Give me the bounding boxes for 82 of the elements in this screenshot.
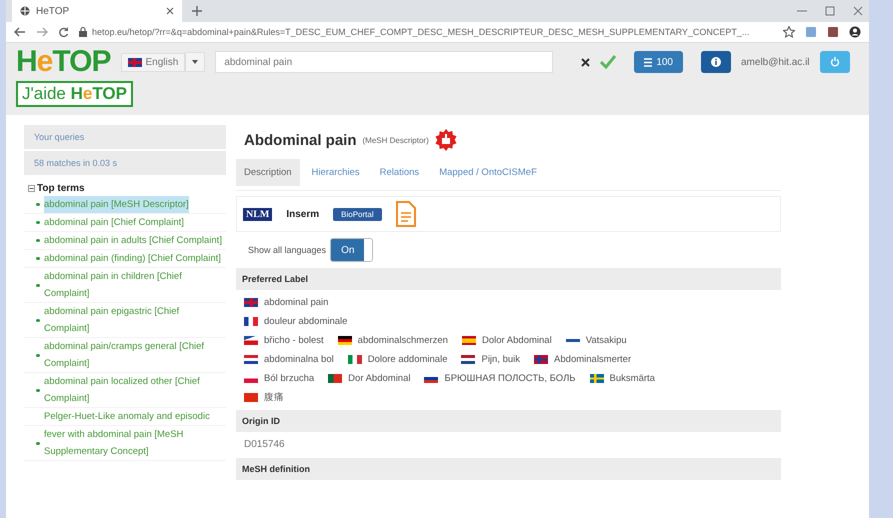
power-icon: [830, 57, 840, 67]
list-icon: [644, 58, 652, 66]
queries-link[interactable]: Your queries: [24, 125, 226, 151]
label-text: 腹痛: [264, 391, 284, 404]
user-button[interactable]: [701, 51, 731, 73]
badge-icon: [434, 129, 457, 151]
label-text: abdominalschmerzen: [358, 335, 448, 346]
tree-item[interactable]: abdominal pain in adults [Chief Complaint]: [44, 232, 222, 249]
flag-icon: [244, 317, 258, 326]
tree-item[interactable]: abdominal pain [MeSH Descriptor]: [44, 196, 189, 213]
search-field[interactable]: abdominal pain: [215, 51, 554, 73]
label-text: Dolore addominale: [368, 354, 448, 365]
flag-icon: [348, 355, 362, 364]
flag-icon: [590, 374, 604, 383]
close-icon[interactable]: [166, 7, 174, 15]
tree-label[interactable]: Top terms: [37, 183, 85, 194]
section-header: Preferred Label: [236, 268, 781, 290]
tree-item[interactable]: abdominal pain (finding) [Chief Complaint]: [44, 250, 221, 267]
tree-item[interactable]: abdominal pain [Chief Complaint]: [44, 214, 184, 231]
tab[interactable]: Hierarchies: [304, 159, 368, 186]
tree-item[interactable]: fever with abdominal pain [MeSH Supplementary Concept]: [44, 426, 226, 460]
collapse-icon[interactable]: [28, 185, 35, 192]
plus-icon[interactable]: [192, 6, 202, 16]
label-text: Vatsakipu: [586, 335, 627, 346]
check-icon[interactable]: [600, 55, 616, 69]
label-text: douleur abdominale: [264, 316, 348, 327]
label-text: Buksmärta: [610, 373, 655, 384]
flag-icon: [244, 393, 258, 402]
extension-icon[interactable]: [827, 26, 839, 38]
tree-item[interactable]: Pelger-Huet-Like anomaly and episodic: [44, 408, 210, 425]
page-subtitle: (MeSH Descriptor): [362, 136, 429, 144]
toggle-label: Show all languages: [248, 245, 326, 255]
label-text: abdominal pain: [264, 297, 328, 308]
maximize-icon[interactable]: [825, 6, 835, 16]
label-text: Abdominalsmerter: [554, 354, 632, 365]
flag-icon: [338, 336, 352, 345]
flag-icon: [424, 374, 438, 383]
address-field[interactable]: hetop.eu/hetop/?rr=&q=abdominal+pain&Rules=T_DESC_EUM_CHEF_COMPT_DESC_MESH_DESCRIPTEUR_DESC_MESH_SUPPLEMENTARY_CONCEPT_...: [79, 27, 773, 37]
matches-link[interactable]: 58 matches in 0.03 s: [24, 151, 226, 177]
reload-icon[interactable]: [58, 26, 69, 38]
source-logo[interactable]: NLM: [243, 208, 272, 220]
logo: HeTOP: [16, 47, 110, 77]
language-toggle[interactable]: On: [330, 238, 374, 262]
flag-icon: [328, 374, 342, 383]
star-icon[interactable]: [783, 26, 795, 38]
label-text: abdominalna bol: [264, 354, 334, 365]
label-text: Dor Abdominal: [348, 373, 410, 384]
user-email: amelb@hit.ac.il: [741, 56, 810, 68]
section-header: Origin ID: [236, 410, 781, 432]
close-icon[interactable]: [853, 6, 863, 16]
source-logo[interactable]: Inserm: [286, 208, 320, 220]
clear-icon[interactable]: [581, 58, 590, 66]
dropdown-button[interactable]: [185, 52, 206, 72]
label-text: Pijn, buik: [481, 354, 520, 365]
language-select[interactable]: English: [120, 52, 186, 72]
label-text: Dolor Abdominal: [482, 335, 552, 346]
source-logo[interactable]: BioPortal: [333, 208, 382, 220]
page-title: Abdominal pain: [244, 132, 356, 148]
section-header: MeSH definition: [236, 458, 781, 480]
caret-icon: [192, 60, 198, 64]
flag-icon: [534, 355, 548, 364]
tab[interactable]: Mapped / OntoCISMeF: [431, 159, 545, 186]
flag-icon: [244, 355, 258, 364]
flag-icon: [462, 336, 476, 345]
label-text: Ból brzucha: [264, 373, 314, 384]
tab[interactable]: Relations: [372, 159, 428, 186]
label-text: břicho - bolest: [264, 335, 324, 346]
section-value: D015746: [244, 438, 286, 452]
browser-tab[interactable]: HeTOP: [12, 0, 182, 22]
label-text: БРЮШНАЯ ПОЛОСТЬ, БОЛЬ: [444, 373, 576, 384]
globe-icon: [20, 6, 30, 16]
info-icon: [711, 57, 721, 67]
flag-icon: [461, 355, 476, 364]
account-icon[interactable]: [849, 26, 861, 38]
lock-icon: [79, 27, 87, 37]
flag-icon: [244, 336, 258, 345]
back-icon[interactable]: [14, 27, 26, 37]
tab[interactable]: Description: [236, 159, 300, 186]
tree-item[interactable]: abdominal pain localized other [Chief Complaint]: [44, 373, 226, 407]
results-button[interactable]: 100: [634, 51, 683, 73]
help-button[interactable]: J'aide HeTOP: [16, 81, 133, 107]
flag-icon: [244, 298, 258, 307]
